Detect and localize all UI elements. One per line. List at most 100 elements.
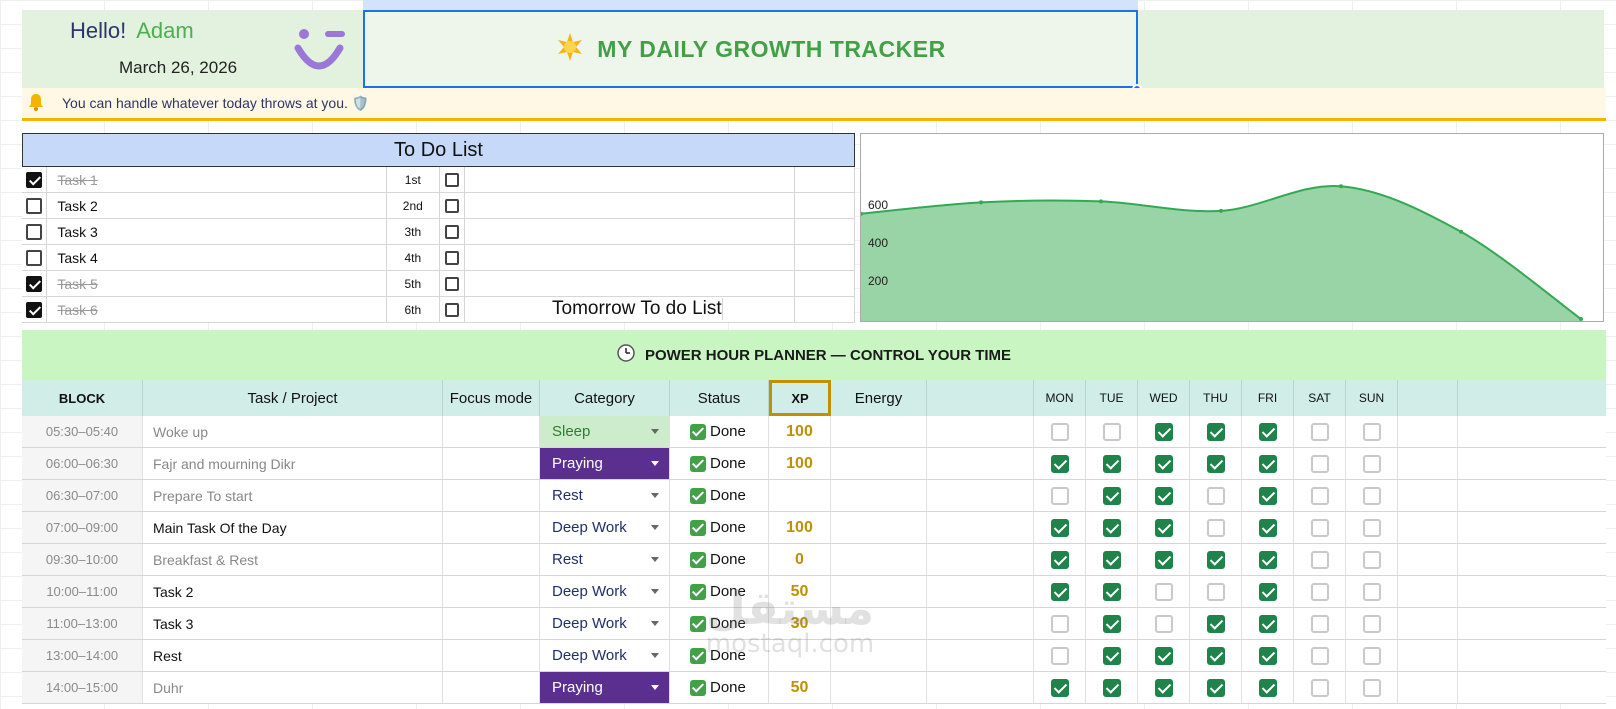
tomorrow-task-cell[interactable] xyxy=(465,245,795,270)
status-cell[interactable]: Done xyxy=(670,544,769,575)
status-cell[interactable]: Done xyxy=(670,480,769,511)
day-checkbox[interactable] xyxy=(1362,646,1381,665)
energy-cell[interactable] xyxy=(831,640,927,671)
focus-cell[interactable] xyxy=(443,608,540,639)
day-checkbox[interactable] xyxy=(1362,518,1381,537)
category-dropdown[interactable]: Deep Work xyxy=(540,608,670,639)
data-point[interactable] xyxy=(1219,208,1223,213)
day-checkbox[interactable] xyxy=(1050,486,1069,505)
day-checkbox[interactable] xyxy=(1362,614,1381,633)
day-checkbox[interactable] xyxy=(1154,678,1173,697)
day-checkbox[interactable] xyxy=(1258,422,1277,441)
day-checkbox[interactable] xyxy=(1258,614,1277,633)
day-checkbox[interactable] xyxy=(1102,454,1121,473)
extra-cell-2[interactable] xyxy=(1458,480,1550,511)
tomorrow-task-cell[interactable] xyxy=(465,167,795,192)
day-checkbox[interactable] xyxy=(1154,614,1173,633)
data-point[interactable] xyxy=(1579,317,1583,321)
col-day-sun[interactable]: SUN xyxy=(1346,380,1398,416)
data-point[interactable] xyxy=(979,200,983,205)
day-checkbox[interactable] xyxy=(1206,678,1225,697)
day-checkbox[interactable] xyxy=(1258,646,1277,665)
tomorrow-checkbox[interactable] xyxy=(445,276,460,291)
day-checkbox[interactable] xyxy=(1050,582,1069,601)
todo-extra-cell[interactable] xyxy=(795,167,855,192)
day-checkbox[interactable] xyxy=(1102,486,1121,505)
day-checkbox[interactable] xyxy=(1154,582,1173,601)
spacer-cell[interactable] xyxy=(927,480,1034,511)
focus-cell[interactable] xyxy=(443,544,540,575)
focus-cell[interactable] xyxy=(443,448,540,479)
col-block[interactable]: BLOCK xyxy=(22,380,143,416)
extra-cell[interactable] xyxy=(1398,512,1458,543)
extra-cell-2[interactable] xyxy=(1458,544,1550,575)
task-cell[interactable]: Prepare To start xyxy=(143,480,443,511)
focus-cell[interactable] xyxy=(443,576,540,607)
col-category[interactable]: Category xyxy=(540,380,670,416)
focus-cell[interactable] xyxy=(443,672,540,703)
spacer-cell[interactable] xyxy=(927,448,1034,479)
tomorrow-task-cell[interactable] xyxy=(465,271,795,296)
spacer-cell[interactable] xyxy=(927,640,1034,671)
energy-cell[interactable] xyxy=(831,608,927,639)
extra-cell-2[interactable] xyxy=(1458,576,1550,607)
col-day-fri[interactable]: FRI xyxy=(1242,380,1294,416)
col-day-tue[interactable]: TUE xyxy=(1086,380,1138,416)
status-cell[interactable]: Done xyxy=(670,672,769,703)
day-checkbox[interactable] xyxy=(1102,582,1121,601)
data-point[interactable] xyxy=(1099,199,1103,204)
todo-checkbox[interactable] xyxy=(26,197,43,214)
day-checkbox[interactable] xyxy=(1050,422,1069,441)
energy-cell[interactable] xyxy=(831,576,927,607)
day-checkbox[interactable] xyxy=(1206,614,1225,633)
todo-task[interactable]: Task 2 xyxy=(47,193,387,218)
day-checkbox[interactable] xyxy=(1050,614,1069,633)
xp-cell[interactable] xyxy=(769,480,831,511)
day-checkbox[interactable] xyxy=(1362,678,1381,697)
day-checkbox[interactable] xyxy=(1362,486,1381,505)
day-checkbox[interactable] xyxy=(1258,486,1277,505)
category-dropdown[interactable]: Rest xyxy=(540,480,670,511)
day-checkbox[interactable] xyxy=(1154,454,1173,473)
tomorrow-checkbox[interactable] xyxy=(445,302,460,317)
tomorrow-checkbox[interactable] xyxy=(445,198,460,213)
day-checkbox[interactable] xyxy=(1154,518,1173,537)
task-cell[interactable]: Fajr and mourning Dikr xyxy=(143,448,443,479)
todo-task[interactable]: Task 1 xyxy=(47,167,387,192)
todo-checkbox[interactable] xyxy=(26,301,43,318)
day-checkbox[interactable] xyxy=(1310,582,1329,601)
day-checkbox[interactable] xyxy=(1050,518,1069,537)
day-checkbox[interactable] xyxy=(1310,422,1329,441)
day-checkbox[interactable] xyxy=(1258,518,1277,537)
status-cell[interactable]: Done xyxy=(670,608,769,639)
category-dropdown[interactable]: Sleep xyxy=(540,416,670,447)
extra-cell[interactable] xyxy=(1398,480,1458,511)
spacer-cell[interactable] xyxy=(927,608,1034,639)
day-checkbox[interactable] xyxy=(1362,582,1381,601)
xp-area-chart[interactable]: 200 400 600 xyxy=(860,133,1604,322)
tomorrow-checkbox[interactable] xyxy=(445,224,460,239)
tomorrow-task-cell[interactable] xyxy=(465,193,795,218)
extra-cell[interactable] xyxy=(1398,640,1458,671)
extra-cell[interactable] xyxy=(1398,608,1458,639)
xp-cell[interactable]: 30 xyxy=(769,608,831,639)
extra-cell[interactable] xyxy=(1398,672,1458,703)
extra-cell[interactable] xyxy=(1398,416,1458,447)
day-checkbox[interactable] xyxy=(1102,646,1121,665)
day-checkbox[interactable] xyxy=(1050,646,1069,665)
energy-cell[interactable] xyxy=(831,480,927,511)
extra-cell-2[interactable] xyxy=(1458,608,1550,639)
status-cell[interactable]: Done xyxy=(670,416,769,447)
day-checkbox[interactable] xyxy=(1206,646,1225,665)
day-checkbox[interactable] xyxy=(1206,422,1225,441)
day-checkbox[interactable] xyxy=(1258,678,1277,697)
xp-cell[interactable] xyxy=(769,640,831,671)
task-cell[interactable]: Main Task Of the Day xyxy=(143,512,443,543)
extra-cell[interactable] xyxy=(1398,448,1458,479)
category-dropdown[interactable]: Rest xyxy=(540,544,670,575)
col-energy[interactable]: Energy xyxy=(831,380,927,416)
category-dropdown[interactable]: Praying xyxy=(540,448,670,479)
day-checkbox[interactable] xyxy=(1206,582,1225,601)
xp-cell[interactable]: 50 xyxy=(769,672,831,703)
extra-cell-2[interactable] xyxy=(1458,640,1550,671)
